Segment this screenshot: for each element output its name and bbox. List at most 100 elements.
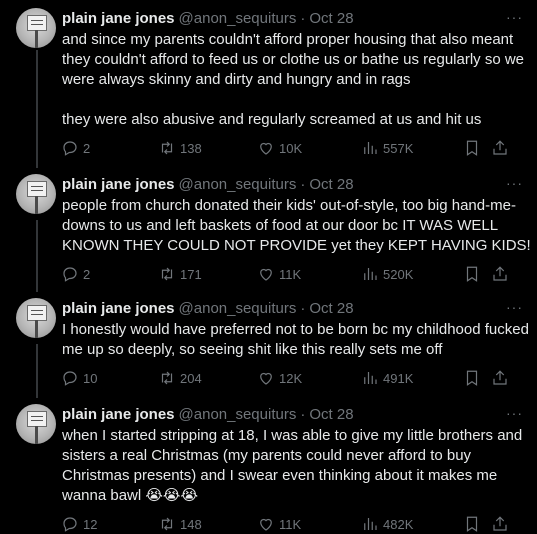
tweet-date[interactable]: Oct 28 [309, 300, 353, 318]
reply-count: 12 [83, 516, 98, 532]
author-handle[interactable]: @anon_sequiturs [179, 176, 297, 194]
reply-icon [63, 371, 77, 386]
share-button[interactable] [491, 265, 509, 283]
avatar[interactable] [16, 174, 56, 214]
more-icon[interactable]: ··· [506, 406, 523, 420]
tweet-date[interactable]: Oct 28 [309, 406, 353, 424]
repost-icon [161, 517, 173, 531]
tweet-header: plain jane jones @anon_sequiturs · Oct 2… [62, 300, 521, 318]
tweet-actions: 12 148 11K 482K [61, 514, 521, 534]
like-icon [260, 142, 272, 155]
more-icon[interactable]: ··· [506, 10, 523, 24]
repost-button[interactable]: 148 [158, 515, 257, 533]
tweet-date[interactable]: Oct 28 [309, 10, 353, 28]
like-button[interactable]: 10K [257, 139, 361, 157]
views-icon [364, 372, 377, 384]
share-icon [493, 140, 507, 155]
like-button[interactable]: 11K [257, 515, 361, 533]
views-button[interactable]: 482K [361, 515, 463, 533]
separator: · [300, 176, 306, 193]
more-icon[interactable]: ··· [506, 176, 523, 190]
repost-count: 204 [180, 370, 202, 386]
tweet-actions: 2 138 10K 557K [61, 138, 521, 158]
tweet-text: people from church donated their kids' o… [62, 197, 531, 254]
tweet-text: and since my parents couldn't afford pro… [62, 31, 525, 128]
bookmark-button[interactable] [463, 139, 491, 157]
views-icon [364, 142, 377, 154]
repost-button[interactable]: 204 [158, 369, 257, 387]
views-icon [364, 518, 377, 530]
view-count: 491K [383, 370, 414, 386]
tweet-actions: 10 204 12K 491K [61, 368, 521, 388]
views-icon [364, 268, 377, 280]
bookmark-button[interactable] [463, 369, 491, 387]
share-icon [493, 266, 507, 281]
share-button[interactable] [491, 515, 509, 533]
repost-icon [161, 141, 173, 155]
share-icon [493, 516, 507, 531]
separator: · [300, 406, 306, 423]
reply-button[interactable]: 10 [61, 369, 158, 387]
reply-count: 2 [83, 140, 91, 156]
reply-button[interactable]: 2 [61, 139, 158, 157]
view-count: 557K [383, 140, 414, 156]
repost-count: 138 [180, 140, 202, 156]
author-handle[interactable]: @anon_sequiturs [179, 10, 297, 28]
like-count: 10K [279, 140, 303, 156]
like-count: 11K [279, 516, 302, 532]
tweet-text: I honestly would have preferred not to b… [62, 321, 529, 358]
share-button[interactable] [491, 369, 509, 387]
views-button[interactable]: 491K [361, 369, 463, 387]
author-name[interactable]: plain jane jones [62, 10, 175, 28]
author-handle[interactable]: @anon_sequiturs [179, 406, 297, 424]
reply-icon [63, 267, 77, 282]
views-button[interactable]: 557K [361, 139, 463, 157]
repost-count: 171 [180, 266, 202, 282]
more-icon[interactable]: ··· [506, 300, 523, 314]
repost-button[interactable]: 138 [158, 139, 257, 157]
reply-button[interactable]: 2 [61, 265, 158, 283]
bookmark-button[interactable] [463, 515, 491, 533]
separator: · [300, 10, 306, 27]
tweet-date[interactable]: Oct 28 [309, 176, 353, 194]
repost-icon [161, 371, 173, 385]
like-count: 11K [279, 266, 302, 282]
tweet[interactable]: plain jane jones @anon_sequiturs · Oct 2… [0, 0, 537, 166]
reply-icon [63, 517, 77, 532]
like-button[interactable]: 12K [257, 369, 361, 387]
reply-count: 10 [83, 370, 98, 386]
share-button[interactable] [491, 139, 509, 157]
author-name[interactable]: plain jane jones [62, 176, 175, 194]
author-name[interactable]: plain jane jones [62, 300, 175, 318]
tweet-text: when I started stripping at 18, I was ab… [62, 427, 523, 504]
like-icon [260, 268, 272, 281]
bookmark-icon [466, 266, 478, 282]
reply-icon [63, 141, 77, 156]
repost-button[interactable]: 171 [158, 265, 257, 283]
avatar[interactable] [16, 8, 56, 48]
repost-icon [161, 267, 173, 281]
author-handle[interactable]: @anon_sequiturs [179, 300, 297, 318]
like-count: 12K [279, 370, 303, 386]
like-icon [260, 372, 272, 385]
bookmark-button[interactable] [463, 265, 491, 283]
avatar[interactable] [16, 404, 56, 444]
repost-count: 148 [180, 516, 202, 532]
like-button[interactable]: 11K [257, 265, 361, 283]
bookmark-icon [466, 140, 478, 156]
tweet[interactable]: plain jane jones @anon_sequiturs · Oct 2… [0, 396, 537, 532]
separator: · [300, 300, 306, 317]
reply-button[interactable]: 12 [61, 515, 158, 533]
tweet[interactable]: plain jane jones @anon_sequiturs · Oct 2… [0, 290, 537, 396]
views-button[interactable]: 520K [361, 265, 463, 283]
tweet[interactable]: plain jane jones @anon_sequiturs · Oct 2… [0, 166, 537, 290]
bookmark-icon [466, 370, 478, 386]
share-icon [493, 370, 507, 385]
bookmark-icon [466, 516, 478, 532]
avatar[interactable] [16, 298, 56, 338]
view-count: 482K [383, 516, 414, 532]
tweet-header: plain jane jones @anon_sequiturs · Oct 2… [62, 406, 521, 424]
author-name[interactable]: plain jane jones [62, 406, 175, 424]
tweet-header: plain jane jones @anon_sequiturs · Oct 2… [62, 10, 521, 28]
tweet-header: plain jane jones @anon_sequiturs · Oct 2… [62, 176, 521, 194]
